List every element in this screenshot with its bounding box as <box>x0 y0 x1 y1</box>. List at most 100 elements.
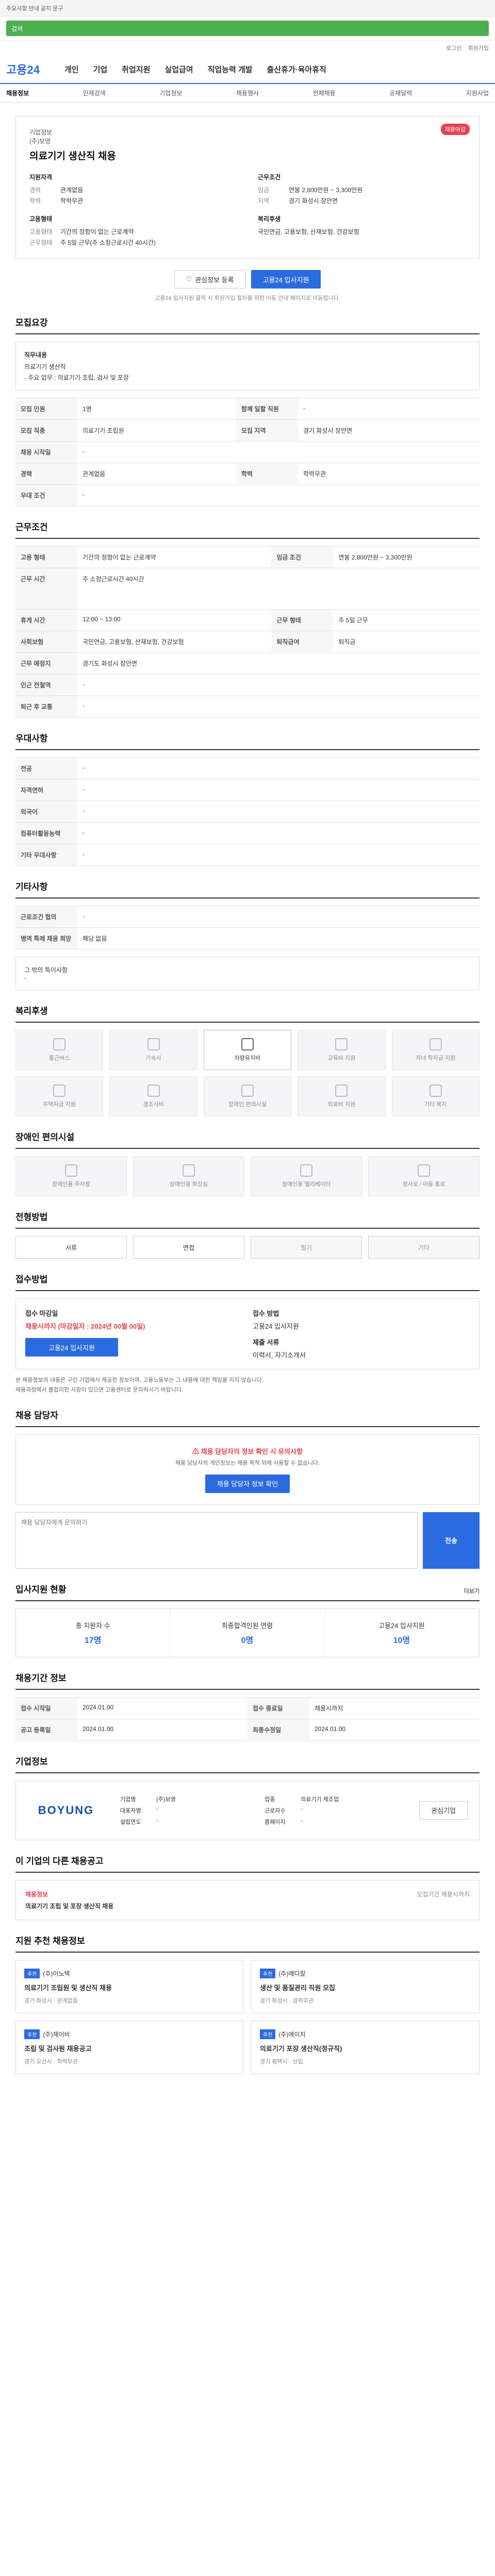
apply-note: 고용24 입사지원 클릭 시 회원가입 절차를 위한 이동 안내 페이지로 이동… <box>155 295 340 301</box>
house-icon <box>53 1084 66 1097</box>
gift-icon <box>147 1084 160 1097</box>
parking-icon <box>65 1164 77 1177</box>
status-badge: 채용마감 <box>440 124 470 135</box>
company-title: 기업정보 <box>15 1754 480 1773</box>
scrap-button[interactable]: ♡ 관심정보 등록 <box>174 270 246 289</box>
job-summary-card: 채용마감 기업정보 (주)보영 의료기기 생산직 채용 지원자격 경력 관계없음 … <box>15 116 480 259</box>
inquiry-form: 전송 <box>15 1512 480 1569</box>
global-nav: 고용24 개인 기업 취업지원 실업급여 직업능력 개발 출산휴가·육아휴직 <box>0 55 495 84</box>
sub-nav: 채용정보 인재검색 기업정보 채용행사 전체채용 공채달력 지원사업 <box>0 84 495 103</box>
welfare-title: 복리후생 <box>15 1004 480 1023</box>
process-steps: 서류 면접 필기 기타 <box>15 1236 480 1259</box>
contact-reveal-button[interactable]: 채용 담당자 정보 확인 <box>205 1474 290 1493</box>
gnb-item[interactable]: 개인 <box>64 64 79 75</box>
duty-box: 직무내용 의료기기 생산직 - 주요 업무 : 의료기기 조립, 검사 및 포장 <box>15 342 480 391</box>
recommend-title: 지원 추천 채용정보 <box>15 1934 480 1953</box>
restroom-icon <box>183 1164 195 1177</box>
conditions-title: 근무조건 <box>15 520 480 539</box>
company-label: 기업정보 <box>29 129 53 136</box>
welfare-item: 경조사비 <box>109 1076 197 1116</box>
recommend-grid: 추천 (주)이노텍 의료기기 조립원 및 생산직 채용 경기 화성시 · 관계없음 추… <box>15 1959 480 2074</box>
subnav-item[interactable]: 기업정보 <box>159 89 182 97</box>
welfare-block: 복리후생 국민연금, 고용보험, 산재보험, 건강보험 <box>258 215 359 235</box>
site-logo[interactable]: 고용24 <box>6 61 40 77</box>
period-title: 채용기간 정보 <box>15 1671 480 1690</box>
heart-icon: ♡ <box>186 275 192 283</box>
subnav-item[interactable]: 채용정보 <box>6 89 29 97</box>
apply-button-2[interactable]: 고용24 입사지원 <box>25 1338 118 1357</box>
process-title: 전형방법 <box>15 1210 480 1229</box>
welfare-item: 통근버스 <box>15 1030 104 1070</box>
notice-list: 본 채용정보의 내용은 구인 기업에서 제공한 정보이며, 고용노동부는 그 내… <box>15 1377 263 1393</box>
gnb-item[interactable]: 취업지원 <box>122 64 150 75</box>
apply-button[interactable]: 고용24 입사지원 <box>251 270 321 289</box>
job-title: 의료기기 생산직 채용 <box>29 151 116 162</box>
welfare-item: 기타 복지 <box>391 1076 480 1116</box>
gnb-item[interactable]: 출산휴가·육아휴직 <box>267 64 326 75</box>
subnav-item[interactable]: 공채달력 <box>389 89 412 97</box>
dormitory-icon <box>147 1038 160 1050</box>
subnav-item[interactable]: 지원사업 <box>466 89 489 97</box>
facility-title: 장애인 편의시설 <box>15 1130 480 1149</box>
job-card[interactable]: 추천 (주)메디칼 생산 및 품질관리 직원 모집 경기 화성시 · 경력무관 <box>251 1959 480 2013</box>
company-name[interactable]: (주)보영 <box>29 137 466 145</box>
signup-link[interactable]: 회원가입 <box>468 44 489 52</box>
welfare-grid: 통근버스 기숙사 차량유지비 교육비 지원 자녀 학자금 지원 주택자금 지원 … <box>15 1030 480 1116</box>
contact-warning: ⚠ 채용 담당자의 정보 확인 시 유의사항 채용 담당자의 개인정보는 채용 … <box>15 1434 480 1505</box>
conditions-block: 근무조건 임금 연봉 2,800만원 ~ 3,300만원 지역 경기 화성시 장안면 <box>258 174 363 205</box>
similar-item[interactable]: 채용정보 의료기기 조립 및 포장 생산직 채용 모집기간 채용시까지 <box>15 1879 480 1920</box>
gnb-item[interactable]: 실업급여 <box>164 64 193 75</box>
education-icon <box>335 1038 348 1050</box>
facility-item: 장애인용 주차장 <box>15 1156 127 1196</box>
login-link[interactable]: 로그인 <box>446 44 461 52</box>
duty-table: 모집 인원 1명 함께 일할 직원 - 모집 직종 의료기기 조립원 모집 지역 경기 화성… <box>15 398 480 506</box>
conditions-table: 고용 형태 기간의 정함이 없는 근로계약 임금 조건 연봉 2,800만원 ~ 3,… <box>15 546 480 718</box>
medical-icon <box>335 1084 348 1097</box>
welfare-item: 의료비 지원 <box>298 1076 386 1116</box>
inquiry-input[interactable] <box>15 1512 418 1569</box>
bus-icon <box>53 1038 66 1050</box>
etc-table: 근로조건 협의 - 병역 특례 채용 희망 해당 없음 <box>15 906 480 950</box>
welfare-item: 주택자금 지원 <box>15 1076 104 1116</box>
job-card[interactable]: 추천 (주)제이비 조립 및 검사원 채용공고 경기 오산시 · 학력무관 <box>15 2020 244 2074</box>
contact-title: 채용 담당자 <box>15 1408 480 1428</box>
similar-title: 이 기업의 다른 채용공고 <box>15 1854 480 1873</box>
job-card[interactable]: 추천 (주)에이치 의료기기 포장 생산직(정규직) 경기 평택시 · 신입 <box>251 2020 480 2074</box>
apply-method-title: 접수방법 <box>15 1272 480 1291</box>
company-logo: BOYUNG <box>38 1803 94 1817</box>
qualification-block: 지원자격 경력 관계없음 학력 학력무관 <box>29 174 84 205</box>
scholarship-icon <box>429 1038 442 1050</box>
pref-table: 전공 - 자격면허 - 외국어 - 컴퓨터활용능력 - 기타 우대사항 - <box>15 757 480 866</box>
notice-bar: 주요사항 안내 공지 문구 <box>0 0 495 16</box>
subnav-item[interactable]: 전체채용 <box>313 89 336 97</box>
subnav-item[interactable]: 인재검색 <box>83 89 106 97</box>
wheelchair-icon <box>241 1084 254 1097</box>
gnb-item[interactable]: 기업 <box>93 64 108 75</box>
facility-item: 경사로 / 이동 통로 <box>368 1156 480 1196</box>
pref-title: 우대사항 <box>15 731 480 750</box>
process-step: 서류 <box>15 1236 127 1259</box>
elevator-icon <box>300 1164 312 1177</box>
stats-box: 총 지원자 수 17명 최종합격인원 연령 0명 고용24 입사지원 10명 <box>15 1608 480 1657</box>
job-card[interactable]: 추천 (주)이노텍 의료기기 조립원 및 생산직 채용 경기 화성시 · 관계없음 <box>15 1959 244 2013</box>
welfare-item: 차량유지비 <box>203 1030 292 1070</box>
facility-item: 장애인용 엘리베이터 <box>251 1156 362 1196</box>
facility-grid: 장애인용 주차장 장애인용 화장실 장애인용 엘리베이터 경사로 / 이동 통로 <box>15 1156 480 1196</box>
notice-text: 주요사항 안내 공지 문구 <box>6 5 63 12</box>
period-table: 접수 시작일 2024.01.00 접수 종료일 채용시까지 공고 등록일 2024.0… <box>15 1697 480 1741</box>
stats-title: 입사지원 현황 더보기 <box>15 1582 480 1601</box>
search-input[interactable]: 검색 <box>6 21 489 36</box>
etc-title: 기타사항 <box>15 879 480 899</box>
subnav-item[interactable]: 채용행사 <box>236 89 259 97</box>
send-button[interactable]: 전송 <box>423 1512 480 1569</box>
search-row: 검색 <box>0 16 495 41</box>
facility-item: 장애인용 화장실 <box>133 1156 244 1196</box>
apply-method-box: 접수 마감일 채용시까지 (마감일자 : 2024년 00월 00일) 고용24… <box>15 1298 480 1369</box>
duty-title: 모집요강 <box>15 315 480 334</box>
alert-icon: ⚠ <box>192 1448 199 1456</box>
employment-type-block: 고용형태 고용형태 기간의 정함이 없는 근로계약 근무형태 주 5일 근무(주 소… <box>29 215 156 246</box>
company-box: BOYUNG 기업명 (주)보영 업종 의료기기 제조업 대표자명 - 근로자수 - 설립연… <box>15 1780 480 1840</box>
follow-company-button[interactable]: 관심기업 <box>419 1801 468 1820</box>
gnb-item[interactable]: 직업능력 개발 <box>208 64 253 75</box>
more-link[interactable]: 더보기 <box>464 1587 480 1595</box>
